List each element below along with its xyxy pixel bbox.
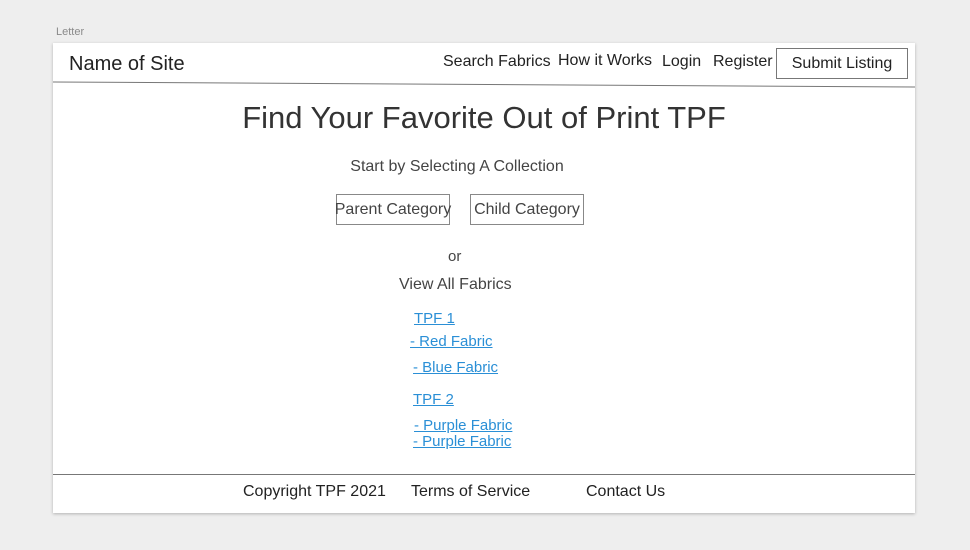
- nav-login[interactable]: Login: [662, 53, 701, 71]
- nav-search-fabrics[interactable]: Search Fabrics: [443, 53, 551, 71]
- footer-copyright: Copyright TPF 2021: [243, 483, 386, 500]
- or-text: or: [448, 248, 462, 265]
- header-divider: [53, 81, 915, 88]
- nav-how-it-works[interactable]: How it Works: [558, 52, 652, 70]
- wireframe-page: Name of Site Search Fabrics How it Works…: [53, 43, 915, 513]
- footer-divider: [53, 474, 915, 475]
- footer-contact-link[interactable]: Contact Us: [586, 483, 665, 501]
- submit-listing-button[interactable]: Submit Listing: [776, 48, 908, 79]
- link-purple-fabric-2[interactable]: - Purple Fabric: [413, 433, 511, 450]
- link-tpf-1[interactable]: TPF 1: [414, 310, 455, 327]
- link-red-fabric[interactable]: - Red Fabric: [410, 333, 493, 350]
- view-all-fabrics[interactable]: View All Fabrics: [399, 276, 512, 294]
- artboard-label: Letter: [56, 26, 85, 38]
- link-purple-fabric-1[interactable]: - Purple Fabric: [414, 417, 512, 434]
- site-name[interactable]: Name of Site: [69, 53, 185, 76]
- parent-category-select[interactable]: Parent Category: [335, 194, 451, 225]
- link-tpf-2[interactable]: TPF 2: [413, 391, 454, 408]
- nav-register[interactable]: Register: [713, 53, 773, 71]
- footer-terms-link[interactable]: Terms of Service: [411, 483, 530, 501]
- page-subtitle: Start by Selecting A Collection: [350, 158, 564, 175]
- link-blue-fabric[interactable]: - Blue Fabric: [413, 359, 498, 376]
- page-title: Find Your Favorite Out of Print TPF: [242, 100, 726, 135]
- child-category-select[interactable]: Child Category: [470, 194, 584, 225]
